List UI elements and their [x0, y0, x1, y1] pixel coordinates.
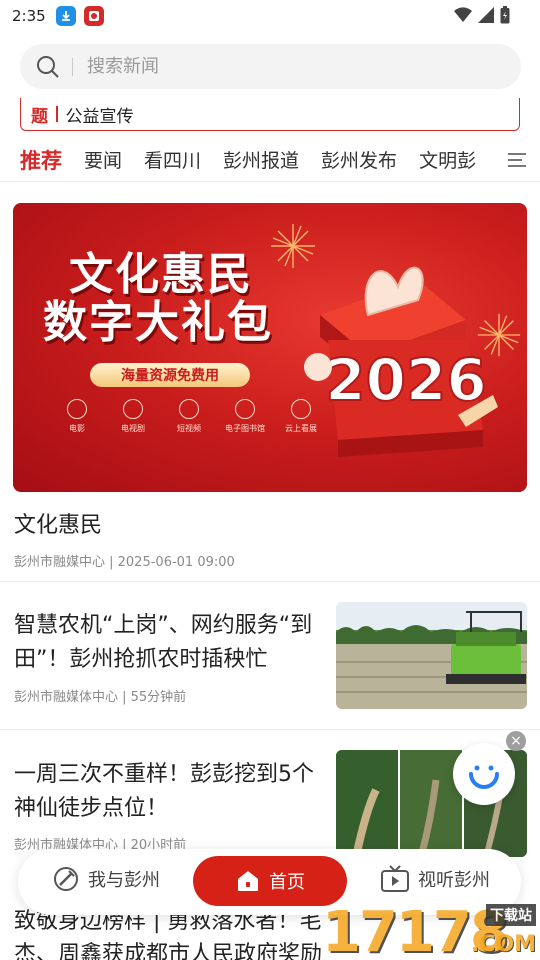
status-bar: 2:35 [0, 0, 540, 32]
gift-box-illustration: 2026 [304, 266, 498, 457]
divider [0, 729, 540, 730]
banner-tagline: 海量资源免费用 [90, 363, 250, 387]
watermark-suffix: .COM [470, 932, 536, 957]
nav-me-and-pengzhou[interactable]: 我与彭州 [52, 865, 160, 893]
banner-icon-label: 短视频 [177, 424, 201, 433]
status-time: 2:35 [12, 7, 46, 25]
ticker-text: 公益宣传 [65, 106, 134, 127]
banner-title-line1: 文化惠民 [69, 249, 253, 300]
tab-recommend[interactable]: 推荐 [20, 145, 62, 175]
search-divider [72, 57, 73, 76]
battery-icon [500, 6, 510, 24]
signal-icon [478, 7, 494, 23]
nav-label: 我与彭州 [88, 870, 160, 891]
tab-headlines[interactable]: 要闻 [84, 146, 122, 173]
banner-year: 2026 [325, 346, 486, 414]
nav-audio-visual[interactable]: 视听彭州 [380, 865, 490, 893]
news-item-thumbnail[interactable] [336, 602, 527, 709]
app-notification-icon [83, 6, 104, 26]
banner-icon-label: 电视剧 [121, 424, 145, 433]
ticker-tag: 题 [31, 106, 48, 127]
channel-tabs: 推荐 要闻 看四川 彭州报道 彭州发布 文明彭 [0, 138, 540, 182]
divider [0, 581, 540, 582]
wifi-icon [454, 7, 472, 23]
smile-icon [469, 765, 499, 789]
announcement-ticker[interactable]: 题 公益宣传 [20, 98, 520, 131]
assistant-float-button[interactable] [453, 743, 515, 805]
search-icon [37, 55, 59, 78]
tab-civilization[interactable]: 文明彭 [419, 146, 476, 173]
search-bar[interactable] [20, 44, 521, 89]
banner-title: 文化惠民 数字大礼包 [43, 253, 273, 345]
channel-menu-button[interactable] [494, 138, 540, 181]
tv-icon: 电视剧 [115, 399, 151, 434]
banner-icon-label: 电影 [69, 424, 85, 433]
home-icon [238, 871, 258, 891]
ticker-separator [56, 106, 58, 122]
nav-label: 视听彭州 [418, 870, 490, 891]
banner-title-line2: 数字大礼包 [43, 297, 273, 348]
status-indicators [454, 6, 510, 24]
nav-label: 首页 [269, 872, 305, 893]
watermark-sub: 下载站 [486, 904, 536, 926]
menu-icon [508, 152, 526, 167]
banner-icon-row: 电影 电视剧 短视频 电子图书馆 云上看展 [59, 399, 319, 434]
tab-pengzhou-report[interactable]: 彭州报道 [223, 146, 299, 173]
search-input[interactable] [87, 56, 447, 77]
news-item-title[interactable]: 智慧农机“上岗”、网约服务“到田”！彭州抢抓农时插秧忙 [14, 609, 326, 677]
play-icon: 短视频 [171, 399, 207, 434]
float-close-button[interactable]: × [506, 731, 526, 751]
featured-article-title[interactable]: 文化惠民 [14, 507, 102, 539]
tab-sichuan[interactable]: 看四川 [144, 146, 201, 173]
news-item-meta: 彭州市融媒体中心 | 55分钟前 [14, 690, 187, 705]
banner-icon-label: 电子图书馆 [225, 424, 265, 433]
site-watermark: 17178 下载站 .COM [316, 898, 540, 960]
featured-banner[interactable]: 文化惠民 数字大礼包 海量资源免费用 电影 电视剧 短视频 电子图书馆 云上看展… [13, 203, 527, 492]
close-icon: × [510, 733, 522, 749]
book-icon: 电子图书馆 [225, 399, 265, 434]
compass-edit-icon [54, 867, 78, 891]
news-item-title[interactable]: 一周三次不重样！彭彭挖到5个神仙徒步点位！ [14, 758, 326, 826]
tab-pengzhou-release[interactable]: 彭州发布 [321, 146, 397, 173]
download-icon [55, 6, 76, 26]
featured-article-meta: 彭州市融媒中心 | 2025-06-01 09:00 [14, 555, 235, 570]
tv-play-icon [381, 865, 409, 892]
film-icon: 电影 [59, 399, 95, 434]
